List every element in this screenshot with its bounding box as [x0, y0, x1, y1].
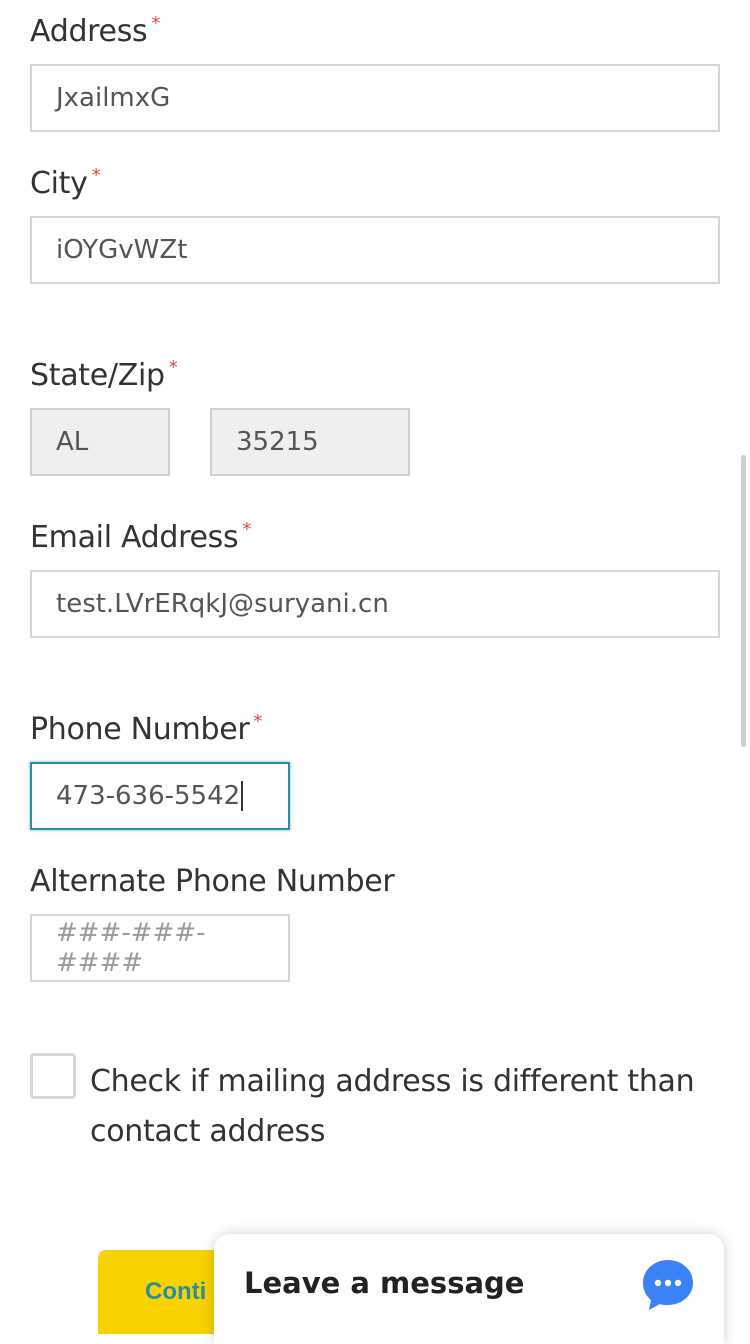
- address-input[interactable]: JxailmxG: [30, 64, 720, 132]
- required-asterisk: *: [91, 165, 101, 186]
- zip-input[interactable]: 35215: [210, 408, 410, 476]
- alt-phone-label-text: Alternate Phone Number: [30, 864, 395, 899]
- city-value: iOYGvWZt: [56, 235, 188, 265]
- alt-phone-input[interactable]: ###-###-####: [30, 914, 290, 982]
- mailing-address-checkbox[interactable]: [30, 1053, 76, 1099]
- email-label: Email Address *: [30, 519, 252, 556]
- state-input[interactable]: AL: [30, 408, 170, 476]
- email-value: test.LVrERqkJ@suryani.cn: [56, 589, 389, 619]
- scrollbar[interactable]: [741, 455, 746, 747]
- address-label-text: Address: [30, 14, 148, 49]
- leave-message-widget[interactable]: Leave a message: [214, 1234, 724, 1344]
- state-zip-label-text: State/Zip: [30, 358, 165, 393]
- required-asterisk: *: [151, 13, 161, 34]
- text-caret: [241, 781, 244, 811]
- leave-message-label: Leave a message: [244, 1266, 525, 1300]
- alt-phone-label: Alternate Phone Number: [30, 864, 395, 900]
- zip-value: 35215: [236, 427, 319, 457]
- phone-input[interactable]: 473-636-5542: [30, 762, 290, 830]
- required-asterisk: *: [253, 711, 263, 732]
- city-input[interactable]: iOYGvWZt: [30, 216, 720, 284]
- state-zip-label: State/Zip *: [30, 357, 178, 394]
- state-value: AL: [56, 427, 89, 457]
- email-input[interactable]: test.LVrERqkJ@suryani.cn: [30, 570, 720, 638]
- address-label: Address *: [30, 13, 161, 50]
- email-label-text: Email Address: [30, 520, 239, 555]
- phone-label-text: Phone Number: [30, 712, 250, 747]
- city-label-text: City: [30, 166, 88, 201]
- required-asterisk: *: [168, 357, 178, 378]
- chat-bubble-icon[interactable]: [640, 1257, 696, 1313]
- mailing-address-checkbox-label[interactable]: Check if mailing address is different th…: [90, 1057, 710, 1157]
- address-value: JxailmxG: [56, 83, 171, 113]
- required-asterisk: *: [242, 519, 252, 540]
- phone-label: Phone Number *: [30, 711, 263, 748]
- continue-button-label: Conti: [145, 1278, 207, 1305]
- phone-value: 473-636-5542: [56, 781, 241, 811]
- alt-phone-placeholder: ###-###-####: [56, 918, 206, 978]
- city-label: City *: [30, 165, 101, 202]
